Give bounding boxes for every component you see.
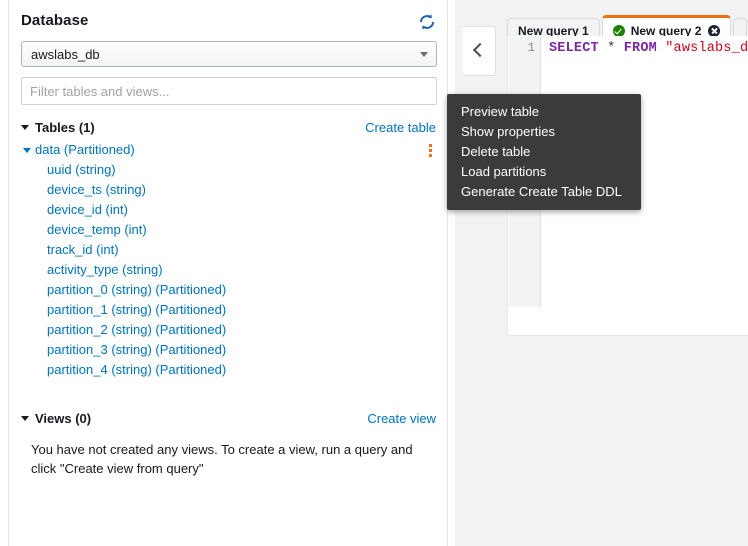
- column-row[interactable]: partition_0 (string) (Partitioned): [9, 281, 449, 301]
- column-label[interactable]: partition_0 (string) (Partitioned): [47, 282, 226, 297]
- column-row[interactable]: partition_4 (string) (Partitioned): [9, 361, 449, 381]
- refresh-icon-svg: [420, 14, 434, 30]
- views-empty-message: You have not created any views. To creat…: [31, 442, 413, 476]
- sql-star: *: [598, 41, 624, 56]
- sql-string-table: "awslabs_db": [665, 41, 748, 56]
- filter-tables-input[interactable]: [21, 77, 437, 105]
- column-label[interactable]: activity_type (string): [47, 262, 163, 277]
- sql-keyword-from: FROM: [623, 41, 657, 56]
- collapse-sidebar-button[interactable]: [463, 26, 496, 76]
- column-row[interactable]: device_ts (string): [9, 181, 449, 201]
- context-menu-item-load-partitions[interactable]: Load partitions: [447, 162, 641, 182]
- chevron-down-icon: [420, 52, 428, 57]
- column-label[interactable]: partition_2 (string) (Partitioned): [47, 322, 226, 337]
- kebab-menu-icon[interactable]: [423, 144, 437, 159]
- success-check-icon: [612, 24, 625, 37]
- column-label[interactable]: device_temp (int): [47, 222, 147, 237]
- context-menu-item-show-properties[interactable]: Show properties: [447, 122, 641, 142]
- column-label[interactable]: partition_4 (string) (Partitioned): [47, 362, 226, 377]
- tables-tree: data (Partitioned) uuid (string) device_…: [9, 141, 449, 381]
- column-label[interactable]: device_id (int): [47, 202, 128, 217]
- app-root: Database awslabs_db Tables (1) Create ta…: [0, 0, 748, 546]
- column-row[interactable]: partition_2 (string) (Partitioned): [9, 321, 449, 341]
- sql-keyword-select: SELECT: [549, 41, 599, 56]
- kebab-dot: [428, 144, 432, 147]
- chevron-left-icon: [472, 42, 488, 58]
- views-section-label: Views (0): [35, 411, 92, 426]
- column-row[interactable]: device_temp (int): [9, 221, 449, 241]
- create-view-link[interactable]: Create view: [367, 411, 436, 426]
- create-table-link[interactable]: Create table: [365, 120, 436, 135]
- views-twisty-icon[interactable]: [21, 416, 29, 421]
- column-row[interactable]: track_id (int): [9, 241, 449, 261]
- table-twisty-icon[interactable]: [23, 148, 31, 153]
- column-row[interactable]: partition_3 (string) (Partitioned): [9, 341, 449, 361]
- context-menu-item-preview-table[interactable]: Preview table: [447, 102, 641, 122]
- database-select-value: awslabs_db: [31, 47, 100, 62]
- refresh-icon[interactable]: [417, 12, 437, 32]
- editor-line-number: 1: [527, 41, 535, 55]
- close-icon[interactable]: [708, 24, 721, 37]
- views-section-header: Views (0) Create view: [21, 411, 437, 427]
- column-row[interactable]: device_id (int): [9, 201, 449, 221]
- tables-section-label: Tables (1): [35, 120, 95, 135]
- column-row[interactable]: uuid (string): [9, 161, 449, 181]
- sql-space: [657, 41, 665, 56]
- column-label[interactable]: device_ts (string): [47, 182, 146, 197]
- column-label[interactable]: partition_1 (string) (Partitioned): [47, 302, 226, 317]
- column-label[interactable]: uuid (string): [47, 162, 116, 177]
- column-row[interactable]: partition_1 (string) (Partitioned): [9, 301, 449, 321]
- table-name-label[interactable]: data (Partitioned): [35, 142, 135, 157]
- query-editor-pane: New query 1 New query 2 1 SELECT * FROM …: [455, 0, 748, 546]
- context-menu-item-delete-table[interactable]: Delete table: [447, 142, 641, 162]
- table-node-data[interactable]: data (Partitioned): [9, 141, 449, 161]
- kebab-dot: [428, 149, 432, 152]
- database-sidebar-inner: Database awslabs_db Tables (1) Create ta…: [8, 0, 448, 546]
- table-context-menu: Preview table Show properties Delete tab…: [447, 94, 641, 210]
- kebab-dot: [428, 154, 432, 157]
- database-select[interactable]: awslabs_db: [21, 41, 437, 67]
- sql-code-line: SELECT * FROM "awslabs_db": [549, 41, 748, 56]
- column-label[interactable]: partition_3 (string) (Partitioned): [47, 342, 226, 357]
- database-sidebar: Database awslabs_db Tables (1) Create ta…: [0, 0, 455, 546]
- tables-twisty-icon[interactable]: [21, 125, 29, 130]
- column-row[interactable]: activity_type (string): [9, 261, 449, 281]
- column-label[interactable]: track_id (int): [47, 242, 119, 257]
- context-menu-item-generate-ddl[interactable]: Generate Create Table DDL: [447, 182, 641, 202]
- database-panel-title: Database: [21, 12, 89, 29]
- tables-section-header: Tables (1) Create table: [21, 120, 437, 136]
